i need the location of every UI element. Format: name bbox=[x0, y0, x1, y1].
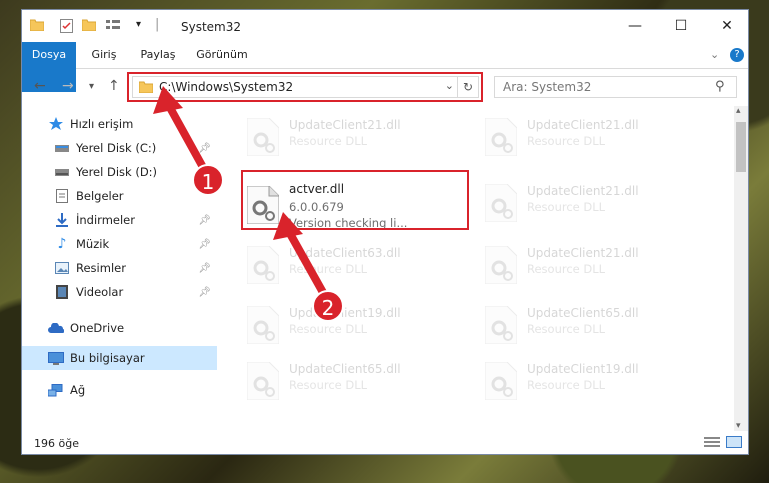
annotation-arrows bbox=[153, 86, 334, 309]
step-2-badge: 2 bbox=[312, 290, 344, 322]
arrow-1-head bbox=[153, 86, 183, 114]
step-1-badge: 1 bbox=[192, 164, 224, 196]
arrow-2-head bbox=[273, 212, 303, 240]
